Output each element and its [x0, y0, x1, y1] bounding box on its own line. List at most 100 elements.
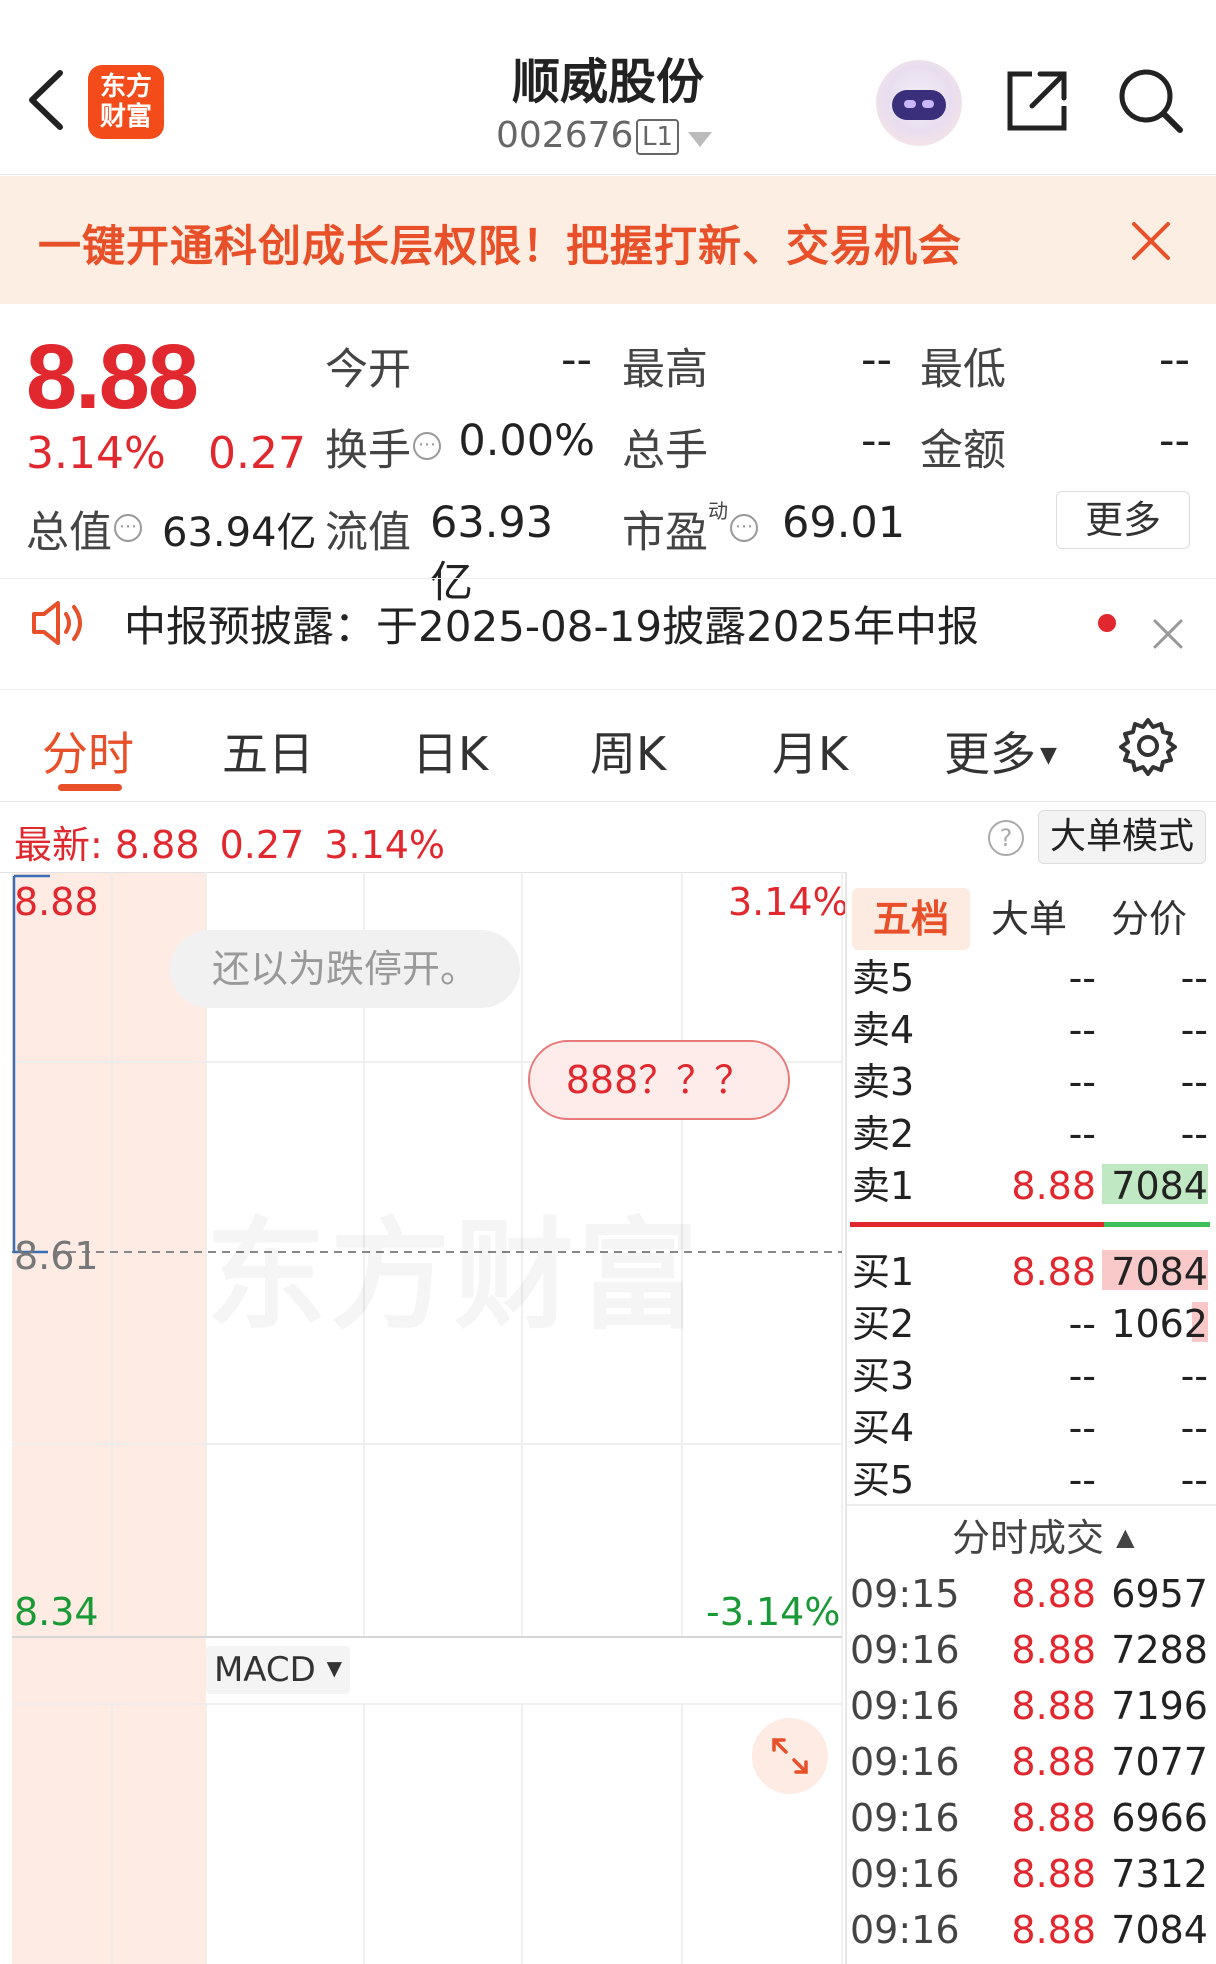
chevron-down-icon[interactable] — [688, 132, 712, 147]
ticks-title: 分时成交 — [952, 1516, 1105, 1560]
tab-five-levels[interactable]: 五档 — [852, 888, 970, 950]
amount-value: -- — [1158, 416, 1190, 466]
level-badge[interactable]: L1 — [636, 119, 680, 155]
level-volume: -- — [1180, 1008, 1208, 1052]
tick-price: 8.88 — [1011, 1908, 1096, 1952]
level-name: 卖1 — [852, 1164, 915, 1208]
tick-volume: 7196 — [1111, 1684, 1208, 1728]
volume-value: -- — [860, 416, 892, 466]
current-price: 8.88 — [26, 326, 199, 428]
tab-more[interactable]: 更多 ▼ — [944, 718, 1057, 784]
high-value: -- — [860, 335, 892, 385]
tick-row: 09:16 8.88 7077 — [850, 1734, 1210, 1790]
caret-up-icon: ▲ — [1116, 1523, 1135, 1551]
ticks-header[interactable]: 分时成交 ▲ — [952, 1510, 1135, 1571]
change-amount: 0.27 — [208, 428, 306, 479]
intraday-chart[interactable] — [0, 872, 846, 1964]
level-name: 买2 — [852, 1302, 915, 1346]
unread-dot — [1098, 614, 1116, 632]
tab-five-day[interactable]: 五日 — [222, 718, 314, 784]
tab-intraday[interactable]: 分时 — [42, 718, 134, 784]
ask-row-5: 卖5 -- -- — [850, 952, 1210, 1004]
active-tab-underline — [58, 784, 122, 791]
open-label: 今开 — [325, 345, 411, 395]
level-price: -- — [1068, 1060, 1096, 1104]
tick-row: 09:15 8.88 6957 — [850, 1566, 1210, 1622]
gear-icon[interactable] — [1118, 716, 1178, 776]
turnover-label-text: 换手 — [325, 426, 411, 476]
axis-top-pct: 3.14% — [728, 880, 849, 924]
info-icon[interactable]: ⋯ — [413, 431, 441, 460]
level-name: 卖4 — [852, 1008, 915, 1052]
tab-monthly-k[interactable]: 月K — [772, 718, 848, 784]
tab-more-label: 更多 — [944, 727, 1036, 781]
big-order-mode-button[interactable]: 大单模式 — [1038, 810, 1206, 864]
tab-daily-k[interactable]: 日K — [412, 718, 488, 784]
level-price: 8.88 — [1011, 1164, 1096, 1208]
level-name: 卖5 — [852, 956, 915, 1000]
buy-sell-ratio-red — [850, 1222, 1104, 1227]
stock-code: 002676 — [496, 115, 634, 156]
high-label: 最高 — [622, 345, 708, 395]
ask-row-1: 卖1 8.88 7084 — [850, 1160, 1210, 1212]
tick-volume: 7288 — [1111, 1628, 1208, 1672]
tick-time: 09:16 — [850, 1796, 960, 1840]
expand-icon — [772, 1738, 808, 1774]
buy-sell-ratio-green — [1104, 1222, 1210, 1227]
close-icon[interactable] — [1130, 220, 1172, 262]
comment-bubble[interactable]: 还以为跌停开。 — [170, 930, 520, 1008]
latest-quote: 最新: 8.88 0.27 3.14% — [14, 814, 445, 869]
axis-mid-price: 8.61 — [14, 1234, 99, 1278]
tick-volume: 7084 — [1111, 1908, 1208, 1952]
pe-value: 69.01 — [782, 498, 906, 548]
low-label: 最低 — [920, 345, 1006, 395]
caret-down-icon: ▼ — [326, 1656, 343, 1680]
more-button[interactable]: 更多 — [1056, 491, 1190, 549]
level-price: -- — [1068, 1354, 1096, 1398]
level-volume: -- — [1180, 1112, 1208, 1156]
level-price: -- — [1068, 956, 1096, 1000]
comment-bubble[interactable]: 888？？？ — [528, 1040, 790, 1120]
latest-pct: 3.14% — [324, 823, 446, 867]
mktcap-label: 总值 ⋯ — [26, 498, 142, 560]
expand-button[interactable] — [752, 1718, 828, 1794]
tab-weekly-k[interactable]: 周K — [590, 718, 666, 784]
search-icon[interactable] — [1116, 66, 1186, 136]
bid-row-4: 买4 -- -- — [850, 1402, 1210, 1454]
tick-time: 09:15 — [850, 1572, 960, 1616]
volume-label: 总手 — [622, 426, 708, 476]
level-price: -- — [1068, 1008, 1096, 1052]
help-icon[interactable]: ? — [988, 820, 1024, 856]
tick-price: 8.88 — [1011, 1572, 1096, 1616]
tick-price: 8.88 — [1011, 1628, 1096, 1672]
tick-volume: 7077 — [1111, 1740, 1208, 1784]
ask-row-3: 卖3 -- -- — [850, 1056, 1210, 1108]
amount-label: 金额 — [920, 426, 1006, 476]
level-volume: -- — [1180, 956, 1208, 1000]
share-icon[interactable] — [1004, 68, 1070, 134]
turnover-value: 0.00% — [458, 416, 595, 466]
assistant-robot-icon[interactable] — [876, 60, 962, 146]
axis-bottom-price: 8.34 — [14, 1590, 99, 1634]
tick-row: 09:16 8.88 7312 — [850, 1846, 1210, 1902]
tab-price-dist[interactable]: 分价 — [1090, 888, 1208, 950]
info-icon[interactable]: ⋯ — [730, 513, 758, 542]
mktcap-value: 63.94亿 — [162, 510, 317, 556]
level-price: 8.88 — [1011, 1250, 1096, 1294]
close-icon[interactable] — [1152, 618, 1184, 650]
latest-change: 0.27 — [219, 823, 305, 867]
tick-row: 09:16 8.88 7084 — [850, 1902, 1210, 1958]
level-volume: -- — [1180, 1406, 1208, 1450]
divider — [847, 1504, 1216, 1506]
bid-row-1: 买1 8.88 7084 — [850, 1246, 1210, 1298]
level-price: -- — [1068, 1112, 1096, 1156]
tick-price: 8.88 — [1011, 1796, 1096, 1840]
notice-text[interactable]: 中报预披露：于2025-08-19披露2025年中报 — [124, 593, 979, 654]
tick-row: 09:16 8.88 7196 — [850, 1678, 1210, 1734]
promo-banner-text[interactable]: 一键开通科创成长层权限！把握打新、交易机会 — [38, 212, 962, 274]
info-icon[interactable]: ⋯ — [114, 513, 142, 542]
pe-label-text: 市盈 — [622, 508, 708, 558]
tab-big-orders[interactable]: 大单 — [970, 888, 1088, 950]
indicator-selector[interactable]: MACD ▼ — [206, 1646, 350, 1694]
tick-volume: 6957 — [1111, 1572, 1208, 1616]
